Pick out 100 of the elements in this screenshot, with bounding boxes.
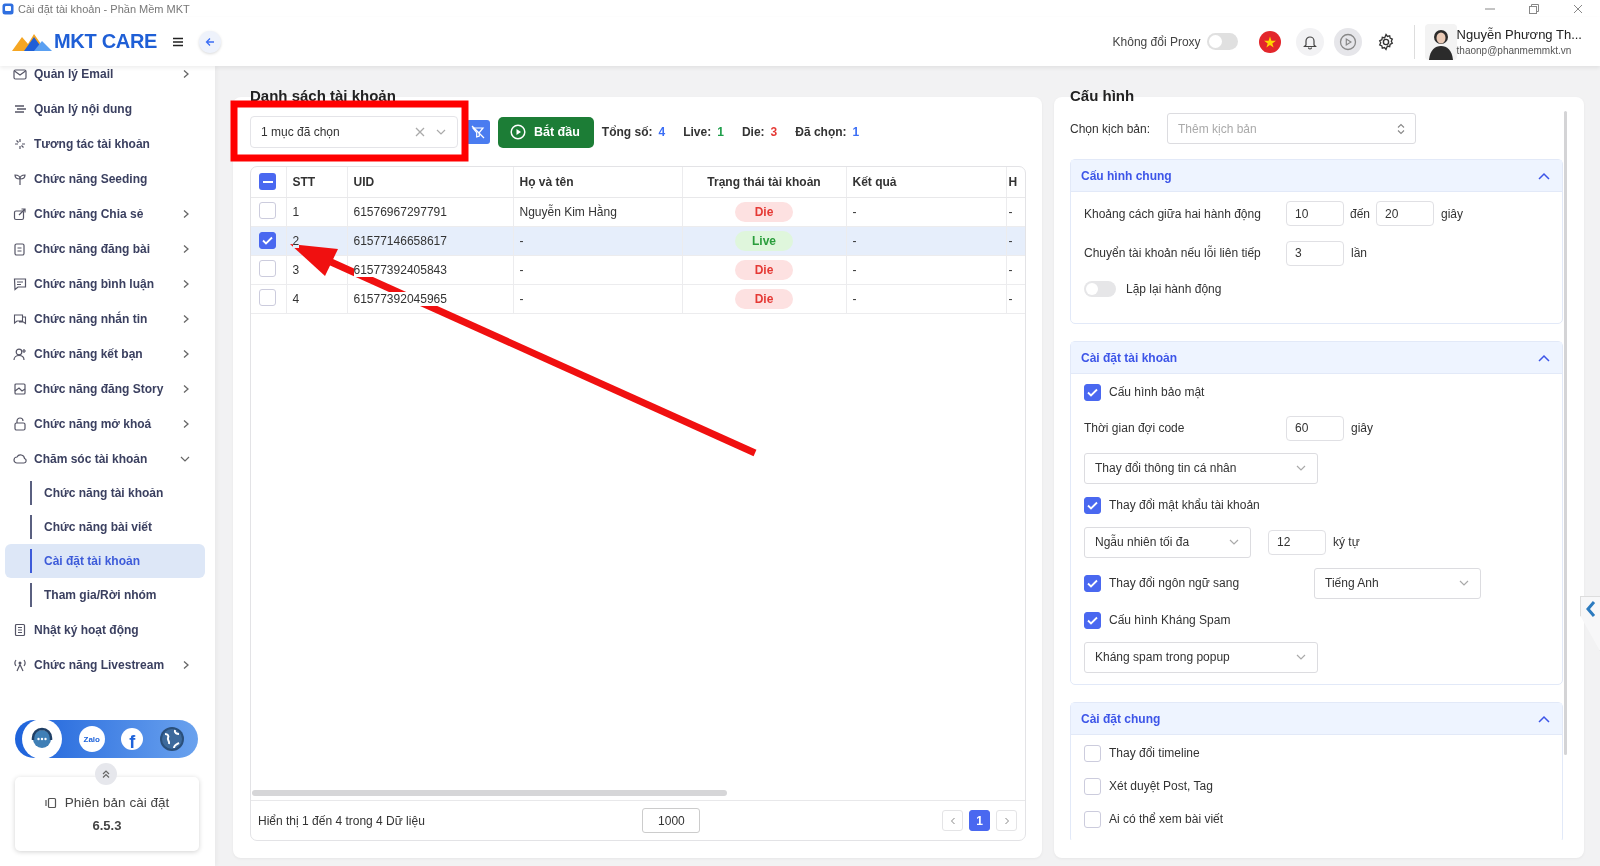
sidebar-item[interactable]: Chức năng Chia sẻ [0,196,215,231]
menu-icon[interactable] [173,36,184,47]
collapse-sidebar-button[interactable] [199,31,221,53]
column-header: Họ và tên [513,167,682,197]
table-cell: Nguyễn Kim Hằng [519,204,617,219]
section-header[interactable]: Cài đặt chung [1071,703,1562,735]
sidebar-subitem[interactable]: Cài đặt tài khoản [5,544,205,578]
column-header: STT [286,167,347,197]
share-icon [13,206,27,221]
checkbox[interactable] [1084,383,1101,401]
number-field[interactable]: 60 [1286,415,1344,441]
sidebar-item[interactable]: Chức năng mở khoá [0,406,215,441]
sidebar-subitem[interactable]: Chức năng tài khoản [5,476,205,510]
dropdown-select[interactable]: Kháng spam trong popup [1084,641,1318,673]
sidebar-item[interactable]: Chức năng bình luận [0,266,215,301]
sidebar-item[interactable]: Tương tác tài khoản [0,126,215,161]
sidebar-subitem[interactable]: Tham gia/Rời nhóm [5,578,205,612]
dropdown-select[interactable]: Thay đổi thông tin cá nhân [1084,452,1318,484]
chevron-left-icon [948,816,957,825]
clear-icon[interactable] [415,127,425,137]
sidebar-subitem[interactable]: Chức năng bài viết [5,510,205,544]
vertical-scrollbar[interactable] [1564,111,1567,755]
check-icon [1087,615,1098,625]
sidebar-item[interactable]: Quản lý Email [0,66,215,91]
flag-icon[interactable] [1257,29,1282,54]
mail-icon [13,66,27,81]
chevron-left-icon [1584,601,1597,617]
number-field[interactable]: 12 [1268,529,1326,555]
checkbox-label: Thay đổi mật khẩu tài khoản [1109,498,1260,512]
sidebar-item[interactable]: Chức năng nhắn tin [0,301,215,336]
comment-icon [13,276,27,291]
stat-value: 1 [717,125,724,139]
restore-icon[interactable] [1529,3,1539,14]
notebook-icon [13,622,27,637]
sidebar-item[interactable]: Chức năng đăng Story [0,371,215,406]
chevron-down-icon [1458,578,1470,588]
checkbox-label: Xét duyệt Post, Tag [1109,779,1213,793]
version-number: 6.5.3 [92,818,122,833]
chevron-down-icon [1295,652,1307,662]
stat-label: Đã chọn: [795,125,847,139]
antenna-icon [13,657,27,672]
status-tag: Die [735,201,793,222]
checkbox-label: Cấu hình Kháng Spam [1109,613,1231,627]
section-title: Cài đặt tài khoản [1081,350,1179,365]
sidebar-item[interactable]: Chức năng kết bạn [0,336,215,371]
stat-value: 1 [852,125,860,139]
column-header: Trạng thái tài khoản [682,167,846,197]
sidebar-item[interactable]: Chăm sóc tài khoản [0,441,215,476]
start-button[interactable]: Bắt đầu [498,116,594,148]
sidebar-item[interactable]: Quản lý nội dung [0,91,215,126]
sidebar-item[interactable]: Chức năng Livestream [0,647,215,682]
expand-button[interactable] [94,763,117,785]
dropdown-select[interactable]: Tiếng Anh [1314,567,1481,599]
sidebar-item[interactable]: Nhật ký hoạt động [0,612,215,647]
facebook-button[interactable]: f [121,728,144,750]
horizontal-scrollbar[interactable] [252,790,727,796]
person-add-icon [13,346,27,361]
close-icon[interactable] [1573,3,1583,14]
support-button[interactable] [22,719,63,759]
sidebar-item[interactable]: Chức năng đăng bài [0,231,215,266]
table-cell: 4 [292,291,300,306]
sidebar-item[interactable]: Chức năng Seeding [0,161,215,196]
table-cell: 61577392045965 [353,291,447,306]
unit-label: giây [1351,421,1373,435]
chevron-right-icon [1002,816,1011,825]
section-header[interactable]: Cài đặt tài khoản [1071,342,1562,374]
stat-label: Tổng số: [601,125,653,139]
sprout-icon [13,171,27,186]
proxy-toggle[interactable] [1206,33,1238,50]
device-icon [44,796,57,809]
document-icon [13,241,27,256]
settings-icon [1376,32,1395,51]
section-title: Cấu hình chung [1081,168,1173,183]
number-field[interactable]: 20 [1376,201,1435,226]
page-button[interactable]: 1 [969,810,990,831]
stat-label: Live: [683,125,712,139]
user-email: thaonp@phanmemmkt.vn [1456,45,1573,56]
checkbox[interactable] [1084,496,1101,514]
checkbox[interactable] [1084,574,1101,592]
notification-button[interactable] [1295,27,1324,56]
toggle-switch[interactable] [1084,281,1116,297]
checkbox[interactable] [259,232,276,249]
section-header[interactable]: Cấu hình chung [1071,160,1562,192]
page-size-field[interactable]: 1000 [642,808,701,833]
setting-label: Khoảng cách giữa hai hành động [1084,206,1262,221]
play-button[interactable] [1333,27,1362,56]
account-select[interactable]: 1 mục đã chọn [250,116,458,148]
zalo-button[interactable]: Zalo [78,726,105,752]
website-button[interactable] [159,727,184,751]
number-field[interactable]: 3 [1286,240,1344,266]
select-all-checkbox[interactable] [259,173,276,191]
globe-icon [160,728,183,750]
checkbox[interactable] [1084,611,1101,629]
setting-label: Chuyển tài khoản nếu lỗi liên tiếp [1084,246,1262,260]
avatar-icon [1424,23,1457,60]
stat-value: 3 [770,125,778,139]
number-field[interactable]: 10 [1286,201,1344,226]
dropdown-select[interactable]: Ngẫu nhiên tối đa [1084,526,1251,558]
chat-icon [13,311,27,326]
arrow-left-icon [205,37,215,47]
